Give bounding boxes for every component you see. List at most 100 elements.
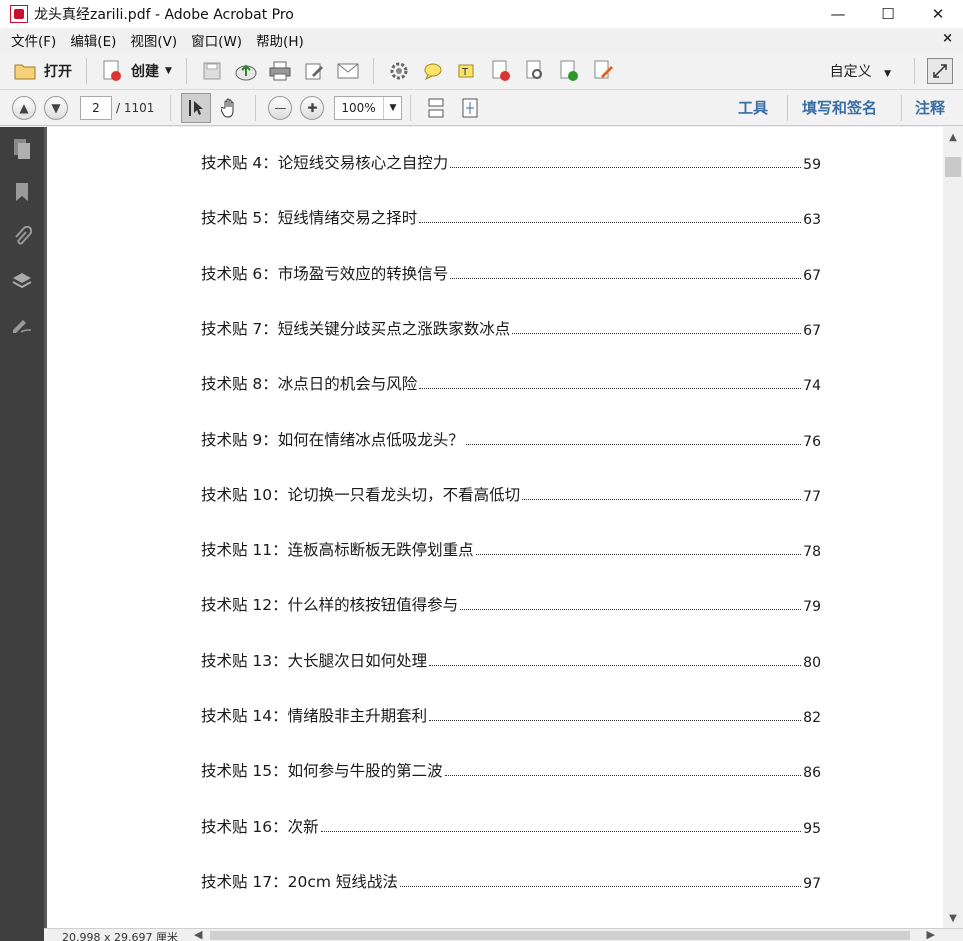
toc-entry[interactable]: 技术贴 8：冰点日的机会与风险 74 (201, 370, 821, 394)
toolbar-divider (255, 94, 257, 121)
svg-text:T: T (461, 67, 469, 78)
folder-icon (14, 64, 36, 79)
maximize-button[interactable]: ☐ (863, 0, 913, 28)
menu-file[interactable]: 文件(F) (4, 30, 63, 50)
search-doc-icon[interactable] (520, 56, 550, 86)
toc-entry[interactable]: 技术贴 15：如何参与牛股的第二波 86 (201, 757, 821, 781)
toc-leader-dots (444, 775, 802, 777)
create-button[interactable]: 创建 ▼ (95, 56, 178, 86)
zoom-out-icon[interactable]: — (268, 95, 293, 120)
toc-leader-dots (450, 277, 802, 279)
toolbar-divider (410, 94, 412, 121)
close-document-button[interactable]: × (942, 31, 953, 46)
save-icon[interactable] (197, 56, 227, 86)
toc-entry-title: 技术贴 8：冰点日的机会与风险 (201, 375, 418, 394)
signatures-icon[interactable] (0, 303, 44, 347)
toc-entry-title: 技术贴 16：次新 (201, 817, 319, 836)
scroll-up-icon[interactable]: ▲ (943, 127, 963, 147)
toc-leader-dots (475, 554, 802, 556)
select-tool-icon[interactable] (181, 92, 212, 123)
document-view[interactable]: 技术贴 4：论短线交易核心之自控力 59 技术贴 5：短线情绪交易之择时 63 技术贴 … (44, 127, 943, 928)
toc-entry[interactable]: 技术贴 9：如何在情绪冰点低吸龙头？ 76 (201, 426, 821, 450)
toc-entry[interactable]: 技术贴 16：次新 95 (201, 813, 821, 837)
zoom-in-icon[interactable]: ✚ (300, 95, 325, 120)
fullscreen-icon[interactable] (927, 58, 953, 84)
comment-icon[interactable] (418, 56, 448, 86)
toolbar-divider (185, 57, 187, 84)
hand-tool-icon[interactable] (215, 93, 245, 123)
toc-page-number: 59 (803, 157, 821, 173)
toc-page-number: 95 (803, 820, 821, 837)
minimize-button[interactable]: — (813, 0, 863, 28)
edit-icon[interactable] (299, 56, 329, 86)
scrollbar-thumb[interactable] (945, 157, 961, 177)
highlight-icon[interactable]: T (452, 56, 482, 86)
tab-divider (787, 95, 788, 121)
toc-leader-dots (320, 830, 802, 832)
toc-entry[interactable]: 技术贴 10：论切换一只看龙头切，不看高低切 77 (201, 481, 821, 505)
previous-page-icon[interactable]: ▲ (12, 95, 36, 120)
toc-entry-title: 技术贴 6：市场盈亏效应的转换信号 (201, 264, 449, 283)
toc-page-number: 77 (803, 488, 821, 505)
page-total: / 1101 (116, 100, 155, 115)
toc-page-number: 67 (803, 267, 821, 284)
toc-leader-dots (512, 332, 802, 334)
layers-icon[interactable] (0, 259, 44, 303)
tab-tools[interactable]: 工具 (738, 97, 768, 118)
toc-entry[interactable]: 技术贴 7：短线关键分歧买点之涨跌家数冰点 67 (201, 315, 821, 339)
customize-dropdown[interactable]: 自定义 ▼ (830, 61, 891, 81)
zoom-value: 100% (341, 100, 376, 115)
menu-bar: 文件(F) 编辑(E) 视图(V) 窗口(W) 帮助(H) × (0, 28, 963, 52)
toc-entry[interactable]: 技术贴 13：大长腿次日如何处理 80 (201, 647, 821, 671)
bookmarks-icon[interactable] (0, 171, 44, 215)
toolbar-divider (86, 57, 87, 84)
toc-entry-title: 技术贴 12：什么样的核按钮值得参与 (201, 596, 459, 615)
toc-entry[interactable]: 技术贴 17：20cm 短线战法 97 (201, 868, 821, 892)
toc-page-number: 67 (803, 322, 821, 339)
tab-fill-sign[interactable]: 填写和签名 (802, 97, 877, 118)
page-number-input[interactable]: 2 (80, 95, 112, 120)
toc-page-number: 78 (803, 544, 821, 561)
open-button[interactable]: 打开 (8, 56, 78, 86)
menu-window[interactable]: 窗口(W) (184, 30, 249, 50)
pdf-icon[interactable] (486, 56, 516, 86)
fit-page-icon[interactable] (455, 93, 485, 123)
toc-entry[interactable]: 技术贴 5：短线情绪交易之择时 63 (201, 204, 821, 228)
scroll-right-icon[interactable]: ▶ (927, 928, 935, 941)
window-title: 龙头真经zarili.pdf - Adobe Acrobat Pro (34, 7, 294, 23)
toc-entry-title: 技术贴 14：情绪股非主升期套利 (201, 707, 428, 725)
toc-leader-dots (465, 443, 802, 445)
zoom-select[interactable]: 100% ▼ (334, 95, 403, 120)
email-icon[interactable] (333, 56, 363, 86)
toc-entry[interactable]: 技术贴 12：什么样的核按钮值得参与 79 (201, 591, 821, 615)
export-icon[interactable] (554, 56, 584, 86)
toc-entry[interactable]: 技术贴 4：论短线交易核心之自控力 59 (201, 149, 821, 173)
scroll-left-icon[interactable]: ◀ (194, 928, 202, 941)
customize-label: 自定义 (829, 64, 872, 80)
scroll-down-icon[interactable]: ▼ (943, 908, 963, 928)
menu-help[interactable]: 帮助(H) (249, 30, 311, 50)
close-button[interactable]: ✕ (913, 0, 963, 28)
toc-entry[interactable]: 技术贴 6：市场盈亏效应的转换信号 67 (201, 260, 821, 284)
toc-entry[interactable]: 技术贴 11：连板高标断板无跌停划重点 78 (201, 536, 821, 560)
toc-entry-title: 技术贴 15：如何参与牛股的第二波 (201, 762, 443, 781)
tab-comment[interactable]: 注释 (915, 97, 945, 118)
menu-view[interactable]: 视图(V) (123, 30, 184, 50)
settings-icon[interactable] (384, 56, 414, 86)
attachments-icon[interactable] (0, 215, 44, 259)
scroll-mode-icon[interactable] (421, 93, 451, 123)
toc-entry-title: 技术贴 10：论切换一只看龙头切，不看高低切 (201, 485, 521, 504)
next-page-icon[interactable]: ▼ (44, 95, 68, 120)
toc-page-number: 86 (803, 765, 821, 782)
horizontal-scrollbar-thumb[interactable] (210, 931, 910, 940)
print-icon[interactable] (265, 56, 295, 86)
sign-icon[interactable] (588, 56, 618, 86)
page-thumbnails-icon[interactable] (0, 127, 44, 171)
toc-entry[interactable]: 技术贴 14：情绪股非主升期套利 82 (201, 702, 821, 726)
menu-edit[interactable]: 编辑(E) (63, 30, 123, 50)
chevron-down-icon: ▼ (383, 96, 401, 119)
toc-leader-dots (419, 222, 802, 224)
upload-icon[interactable] (231, 56, 261, 86)
vertical-scrollbar[interactable]: ▲ ▼ (943, 127, 963, 928)
create-label: 创建 (131, 63, 159, 80)
